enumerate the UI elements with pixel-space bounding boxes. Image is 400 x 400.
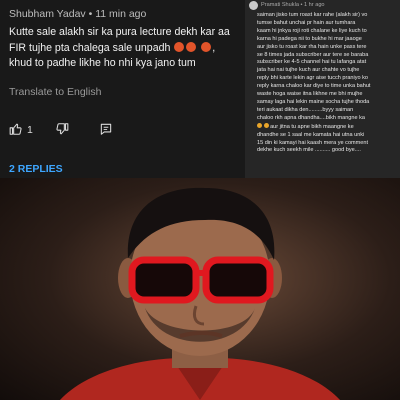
reply-line: aur jisko tu roast kar rha hain unke pas… bbox=[257, 43, 367, 50]
reply-line: reply karna chaloo kar diye to time unka… bbox=[257, 83, 371, 90]
reply-author[interactable]: Pramati Shukla bbox=[261, 2, 299, 8]
reply-icon[interactable] bbox=[99, 122, 115, 138]
reply-line: waste hoga waise itna likhne me bhi mujh… bbox=[257, 91, 363, 98]
translate-link[interactable]: Translate to English bbox=[9, 86, 101, 98]
reply-meta: Pramati Shukla • 1 hr ago bbox=[261, 2, 325, 8]
reply-line: subscriber ke 4-5 channel hai tu lafanga… bbox=[257, 59, 367, 66]
reply-line: karna hi padega nii to bukhe hi mar jaao… bbox=[257, 35, 362, 42]
like-count: 1 bbox=[27, 124, 33, 136]
reply-line: dekhe kuch seekh mile .......... good by… bbox=[257, 147, 361, 154]
comment-text: Kutte sale alakh sir ka pura lecture dek… bbox=[9, 25, 239, 72]
main-comment: Shubham Yadav • 11 min ago Kutte sale al… bbox=[0, 0, 245, 178]
reply-header: Pramati Shukla • 1 hr ago bbox=[249, 1, 399, 11]
reply-text: saiman jisko tum roast kar rahe (alakh s… bbox=[257, 12, 399, 155]
comment-author[interactable]: Shubham Yadav bbox=[9, 8, 86, 20]
comment-time: 11 min ago bbox=[95, 8, 147, 20]
reply-line: reply bhi karte lekin agr aise tucch pra… bbox=[257, 75, 368, 82]
reply-time: 1 hr ago bbox=[304, 2, 325, 8]
reply-line: kaam hi jnkya roji roti chalane ke liye … bbox=[257, 27, 367, 34]
angry-face-icon bbox=[201, 41, 212, 52]
grinning-face-icon bbox=[263, 122, 269, 128]
avatar[interactable] bbox=[249, 1, 258, 10]
reply-line: jata hai nai tujhe kuch aur chahte vo tu… bbox=[257, 67, 360, 74]
grinning-face-icon bbox=[257, 122, 262, 128]
view-replies-button[interactable]: 2 REPLIES bbox=[9, 163, 63, 175]
reply-line: teri aukaat dikha den.........byyy saima… bbox=[257, 106, 354, 113]
comment-meta: Shubham Yadav • 11 min ago bbox=[9, 8, 147, 20]
reply-line: tumse bahut unchai pr hain aur tumhara bbox=[257, 19, 356, 26]
meme-photo bbox=[0, 178, 400, 400]
thumbs-up-icon[interactable] bbox=[9, 122, 25, 138]
angry-face-icon bbox=[174, 41, 185, 52]
comment-text-main: Kutte sale alakh sir ka pura lecture dek… bbox=[9, 26, 230, 54]
man-with-red-sunglasses-image bbox=[60, 187, 340, 400]
reply-line: 15 din ki kamayi hai kaash mera ye comme… bbox=[257, 139, 368, 146]
thumbs-down-icon[interactable] bbox=[55, 122, 71, 138]
reply-line: dhandhe se 1 saal me kamata hai utna unk… bbox=[257, 131, 365, 138]
reply-line: chaloo rkh apna dhandha....bikh mangne k… bbox=[257, 114, 365, 121]
angry-face-icon bbox=[186, 41, 197, 52]
comment-actions: 1 bbox=[9, 122, 119, 138]
reply-line: samay laga hai lekin maine socha tujhe t… bbox=[257, 98, 370, 105]
reply-line: saiman jisko tum roast kar rahe (alakh s… bbox=[257, 12, 368, 18]
reply-line: aur jitna tu apne bikh maangne ke bbox=[270, 123, 354, 130]
reply-comment: Pramati Shukla • 1 hr ago saiman jisko t… bbox=[245, 0, 400, 178]
reply-line-emoji: aur jitna tu apne bikh maangne ke bbox=[257, 122, 399, 132]
reply-line: se 8 times jada subscriber aur tere se b… bbox=[257, 51, 369, 58]
